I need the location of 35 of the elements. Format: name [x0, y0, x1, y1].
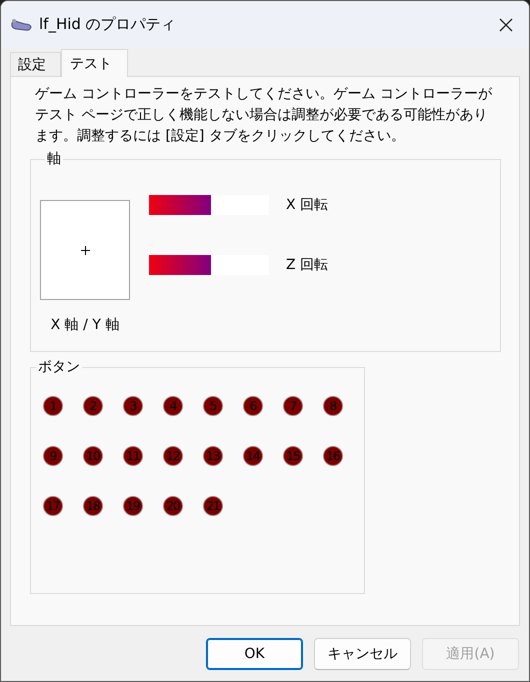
button-indicator: 10: [83, 446, 103, 466]
tab[interactable]: 設定: [10, 52, 61, 76]
button-indicator: 3: [123, 396, 143, 416]
group-label: ボタン: [37, 358, 81, 376]
group-label: 軸: [46, 150, 62, 168]
button-indicator: 9: [43, 446, 63, 466]
button-indicator: 6: [243, 396, 263, 416]
button-indicator: 8: [323, 396, 343, 416]
button-indicator: 11: [123, 446, 143, 466]
button-indicator: 17: [43, 496, 63, 516]
dialog-button[interactable]: OK: [206, 638, 303, 670]
axis-label: X 軸 / Y 軸: [50, 316, 120, 334]
game-controller-icon: [10, 16, 32, 32]
button-indicator: 12: [163, 446, 183, 466]
button-indicator: 1: [43, 396, 63, 416]
button-indicator: 19: [123, 496, 143, 516]
button-indicator: 13: [203, 446, 223, 466]
button-indicator: 4: [163, 396, 183, 416]
button-indicator: 5: [203, 396, 223, 416]
instruction-text: ゲーム コントローラーをテストしてください。ゲーム コントローラーがテスト ページで正しく機能しない場合は調整が必要である可能性があります。調整するには [設定] タブをクリックしてください。: [35, 85, 493, 146]
button-indicator: 18: [83, 496, 103, 516]
close-icon: [499, 18, 513, 32]
crosshair-icon: [80, 246, 90, 254]
button-indicator: 2: [83, 396, 103, 416]
axis-label: Z 回転: [286, 256, 328, 274]
button-indicator: 7: [283, 396, 303, 416]
axis-label: X 回転: [286, 196, 328, 214]
button-indicator: 21: [203, 496, 223, 516]
dialog-button[interactable]: キャンセル: [314, 638, 411, 670]
button-indicator: 16: [323, 446, 343, 466]
button-indicator: 20: [163, 496, 183, 516]
tab[interactable]: テスト: [61, 49, 128, 77]
window-title: lf_Hid のプロパティ: [39, 15, 177, 34]
button-indicator: 15: [283, 446, 303, 466]
button-indicator: 14: [243, 446, 263, 466]
